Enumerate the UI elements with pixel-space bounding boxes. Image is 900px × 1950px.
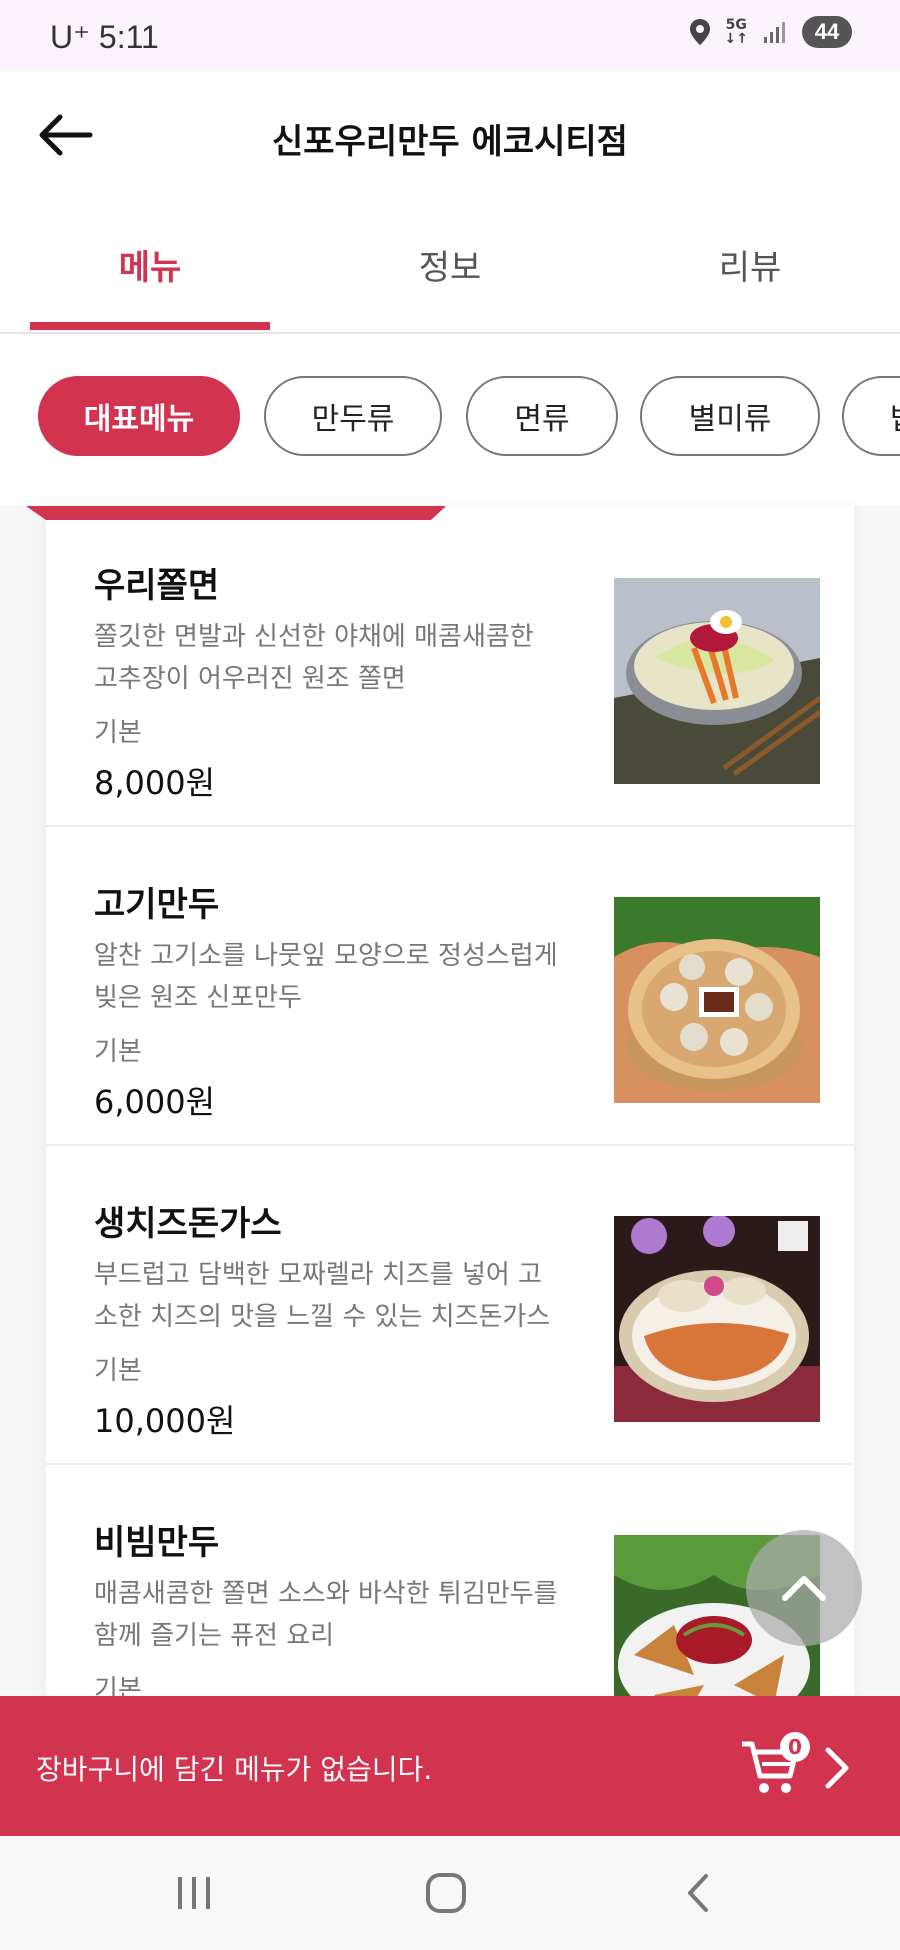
app-header: 신포우리만두 에코시티점 <box>0 70 900 200</box>
menu-item-price: 6,000원 <box>94 1083 216 1121</box>
network-5g-icon: 5G ↓↑ <box>724 17 748 47</box>
menu-item-description: 매콤새콤한 쫄면 소스와 바삭한 튀김만두를 함께 즐기는 퓨전 요리 <box>94 1579 558 1651</box>
chevron-right-icon[interactable] <box>822 1746 852 1790</box>
status-icons: 5G ↓↑ 44 <box>689 16 852 48</box>
chevron-up-icon <box>782 1576 826 1601</box>
cart-count-badge: 0 <box>780 1732 810 1762</box>
chip-specials[interactable]: 별미류 <box>640 376 820 456</box>
menu-item[interactable]: 비빔만두 매콤새콤한 쫄면 소스와 바삭한 튀김만두를 함께 즐기는 퓨전 요리… <box>46 1463 854 1696</box>
menu-item-name: 고기만두 <box>94 885 220 925</box>
tab-review[interactable]: 리뷰 <box>615 240 885 289</box>
menu-item-photo <box>614 1216 820 1422</box>
menu-item-price: 10,000원 <box>94 1402 236 1440</box>
scroll-to-top-button[interactable] <box>746 1530 862 1646</box>
signal-icon <box>764 22 785 43</box>
tab-indicator <box>30 322 270 330</box>
tab-menu[interactable]: 메뉴 <box>15 240 285 289</box>
menu-item-name: 생치즈돈가스 <box>94 1204 282 1244</box>
back-chevron-icon <box>688 1874 708 1912</box>
menu-list: 우리쫄면 쫄깃한 면발과 신선한 야채에 매콤새콤한 고추장이 어우러진 원조 … <box>46 506 854 1696</box>
battery-icon: 44 <box>802 16 852 48</box>
system-nav-bar <box>0 1836 900 1950</box>
menu-item-name: 비빔만두 <box>94 1523 220 1563</box>
menu-item-price: 8,000원 <box>94 764 216 802</box>
chip-signature-menu[interactable]: 대표메뉴 <box>38 376 240 456</box>
chip-noodles[interactable]: 면류 <box>466 376 618 456</box>
page-title: 신포우리만두 에코시티점 <box>272 122 628 162</box>
category-chips: 대표메뉴 만두류 면류 별미류 밥 <box>0 334 900 504</box>
system-back-button[interactable] <box>658 1866 738 1920</box>
menu-item-option: 기본 <box>94 1356 142 1386</box>
list-ribbon <box>26 506 446 520</box>
tab-info[interactable]: 정보 <box>315 240 585 289</box>
home-button[interactable] <box>406 1866 486 1920</box>
status-bar: U⁺ 5:11 5G ↓↑ 44 <box>0 0 900 70</box>
cart-bar[interactable]: 장바구니에 담긴 메뉴가 없습니다. 0 <box>0 1696 900 1836</box>
menu-item[interactable]: 생치즈돈가스 부드럽고 담백한 모짜렐라 치즈를 넣어 고소한 치즈의 맛을 느… <box>46 1144 854 1465</box>
chip-rice[interactable]: 밥 <box>842 376 900 456</box>
chip-dumplings[interactable]: 만두류 <box>264 376 442 456</box>
store-tabs: 메뉴 정보 리뷰 <box>0 200 900 334</box>
menu-item-option: 기본 <box>94 1675 142 1696</box>
menu-item-description: 쫄깃한 면발과 신선한 야채에 매콤새콤한 고추장이 어우러진 원조 쫄면 <box>94 622 534 694</box>
home-icon <box>426 1873 466 1913</box>
menu-item-photo <box>614 897 820 1103</box>
menu-item-name: 우리쫄면 <box>94 566 220 606</box>
recent-apps-icon <box>178 1877 210 1909</box>
menu-item-option: 기본 <box>94 1037 142 1067</box>
menu-item-description: 알찬 고기소를 나뭇잎 모양으로 정성스럽게 빚은 원조 신포만두 <box>94 941 558 1013</box>
menu-item[interactable]: 고기만두 알찬 고기소를 나뭇잎 모양으로 정성스럽게 빚은 원조 신포만두 기… <box>46 825 854 1146</box>
menu-item-option: 기본 <box>94 718 142 748</box>
menu-item-photo <box>614 578 820 784</box>
menu-item[interactable]: 우리쫄면 쫄깃한 면발과 신선한 야채에 매콤새콤한 고추장이 어우러진 원조 … <box>46 506 854 827</box>
location-icon <box>689 19 710 45</box>
status-time: U⁺ 5:11 <box>50 19 159 55</box>
recent-apps-button[interactable] <box>154 1866 234 1920</box>
cart-status-message: 장바구니에 담긴 메뉴가 없습니다. <box>36 1753 433 1786</box>
menu-item-description: 부드럽고 담백한 모짜렐라 치즈를 넣어 고소한 치즈의 맛을 느낄 수 있는 … <box>94 1260 551 1332</box>
